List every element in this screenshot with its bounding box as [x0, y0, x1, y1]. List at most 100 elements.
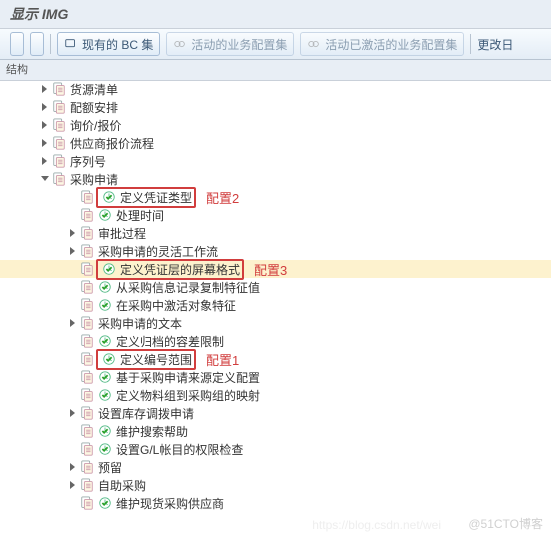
img-doc-icon[interactable] [80, 424, 94, 438]
collapse-all-button[interactable] [30, 32, 44, 56]
img-doc-icon[interactable] [80, 460, 94, 474]
caret-placeholder [68, 354, 78, 364]
tree-node-label: 配额安排 [68, 99, 118, 116]
caret-placeholder [68, 336, 78, 346]
more-label[interactable]: 更改日 [477, 36, 513, 53]
tree-node-label: 定义凭证类型 [118, 189, 192, 206]
tree-row[interactable]: 定义编号范围配置1 [0, 350, 551, 368]
img-activity-icon[interactable] [98, 424, 112, 438]
img-doc-icon[interactable] [52, 172, 66, 186]
active-bc-button[interactable]: 活动的业务配置集 [166, 32, 294, 56]
img-activity-icon[interactable] [98, 496, 112, 510]
img-activity-icon[interactable] [98, 208, 112, 222]
tree[interactable]: 货源清单配额安排询价/报价供应商报价流程序列号采购申请定义凭证类型配置2处理时间… [0, 80, 551, 536]
caret-placeholder [68, 390, 78, 400]
caret-placeholder [68, 300, 78, 310]
expand-caret-icon[interactable] [68, 462, 78, 472]
tree-row[interactable]: 处理时间 [0, 206, 551, 224]
tree-row[interactable]: 维护搜索帮助 [0, 422, 551, 440]
expand-caret-icon[interactable] [68, 480, 78, 490]
tree-row[interactable]: 配额安排 [0, 98, 551, 116]
tree-row[interactable]: 货源清单 [0, 80, 551, 98]
img-doc-icon[interactable] [80, 388, 94, 402]
img-doc-icon[interactable] [80, 244, 94, 258]
tree-row[interactable]: 定义凭证层的屏幕格式配置3 [0, 260, 551, 278]
tree-row[interactable]: 询价/报价 [0, 116, 551, 134]
tree-row[interactable]: 在采购中激活对象特征 [0, 296, 551, 314]
img-doc-icon[interactable] [80, 478, 94, 492]
img-doc-icon[interactable] [80, 442, 94, 456]
img-activity-icon[interactable] [102, 190, 116, 204]
expand-caret-icon[interactable] [40, 174, 50, 184]
img-activity-icon[interactable] [98, 334, 112, 348]
img-doc-icon[interactable] [80, 298, 94, 312]
expand-caret-icon[interactable] [40, 138, 50, 148]
annotation-label: 配置2 [206, 188, 239, 207]
tree-row[interactable]: 设置库存调拨申请 [0, 404, 551, 422]
existing-bc-button[interactable]: 现有的 BC 集 [57, 32, 160, 56]
tree-node-label: 序列号 [68, 153, 106, 170]
expand-caret-icon[interactable] [68, 318, 78, 328]
tree-row[interactable]: 定义物料组到采购组的映射 [0, 386, 551, 404]
activated-bc-button[interactable]: 活动已激活的业务配置集 [300, 32, 464, 56]
img-doc-icon[interactable] [52, 100, 66, 114]
img-doc-icon[interactable] [80, 262, 94, 276]
caret-placeholder [68, 192, 78, 202]
tree-row[interactable]: 定义凭证类型配置2 [0, 188, 551, 206]
tree-row[interactable]: 采购申请 [0, 170, 551, 188]
tree-node-label: 定义凭证层的屏幕格式 [118, 261, 240, 278]
img-doc-icon[interactable] [80, 352, 94, 366]
highlight-box: 定义编号范围 [96, 349, 196, 370]
img-activity-icon[interactable] [98, 280, 112, 294]
caret-placeholder [68, 444, 78, 454]
tree-row[interactable]: 定义归档的容差限制 [0, 332, 551, 350]
img-doc-icon[interactable] [80, 208, 94, 222]
expand-caret-icon[interactable] [40, 84, 50, 94]
img-activity-icon[interactable] [98, 388, 112, 402]
separator [470, 34, 471, 54]
tree-row[interactable]: 审批过程 [0, 224, 551, 242]
img-activity-icon[interactable] [102, 262, 116, 276]
tree-row[interactable]: 基于采购申请来源定义配置 [0, 368, 551, 386]
img-doc-icon[interactable] [52, 154, 66, 168]
highlight-box: 定义凭证类型 [96, 187, 196, 208]
img-activity-icon[interactable] [102, 352, 116, 366]
img-doc-icon[interactable] [80, 226, 94, 240]
tree-row[interactable]: 序列号 [0, 152, 551, 170]
expand-caret-icon[interactable] [40, 120, 50, 130]
tree-node-label: 定义物料组到采购组的映射 [114, 387, 260, 404]
tree-row[interactable]: 自助采购 [0, 476, 551, 494]
expand-caret-icon[interactable] [68, 408, 78, 418]
expand-caret-icon[interactable] [68, 228, 78, 238]
tree-node-label: 审批过程 [96, 225, 146, 242]
img-doc-icon[interactable] [52, 136, 66, 150]
separator [50, 34, 51, 54]
caret-placeholder [68, 498, 78, 508]
img-activity-icon[interactable] [98, 370, 112, 384]
img-doc-icon[interactable] [80, 280, 94, 294]
expand-caret-icon[interactable] [68, 246, 78, 256]
img-doc-icon[interactable] [52, 118, 66, 132]
caret-placeholder [68, 372, 78, 382]
tree-row[interactable]: 维护现货采购供应商 [0, 494, 551, 512]
img-doc-icon[interactable] [80, 334, 94, 348]
column-header: 结构 [0, 60, 551, 81]
expand-caret-icon[interactable] [40, 102, 50, 112]
tree-row[interactable]: 供应商报价流程 [0, 134, 551, 152]
expand-all-button[interactable] [10, 32, 24, 56]
tree-row[interactable]: 设置G/L帐目的权限检查 [0, 440, 551, 458]
expand-caret-icon[interactable] [40, 156, 50, 166]
img-doc-icon[interactable] [80, 370, 94, 384]
tree-row[interactable]: 采购申请的文本 [0, 314, 551, 332]
img-doc-icon[interactable] [80, 406, 94, 420]
img-doc-icon[interactable] [80, 496, 94, 510]
img-doc-icon[interactable] [80, 190, 94, 204]
img-activity-icon[interactable] [98, 442, 112, 456]
img-activity-icon[interactable] [98, 298, 112, 312]
tree-node-label: 在采购中激活对象特征 [114, 297, 236, 314]
tree-row[interactable]: 采购申请的灵活工作流 [0, 242, 551, 260]
img-doc-icon[interactable] [80, 316, 94, 330]
tree-row[interactable]: 预留 [0, 458, 551, 476]
img-doc-icon[interactable] [52, 82, 66, 96]
tree-row[interactable]: 从采购信息记录复制特征值 [0, 278, 551, 296]
